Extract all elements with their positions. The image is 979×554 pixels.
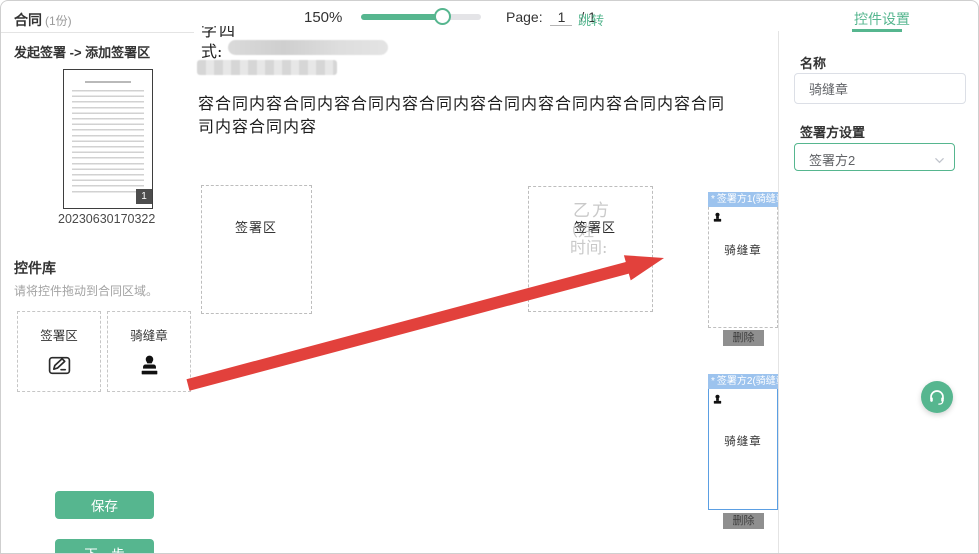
- paragraph-line: 容合同内容合同内容合同内容合同内容合同内容合同内容合同内容合同: [198, 93, 746, 116]
- signer-setting-label: 签署方设置: [800, 122, 865, 141]
- library-item-paging-seal[interactable]: 骑缝章: [107, 311, 191, 392]
- signer-title: 签署方1(骑缝章): [717, 194, 778, 205]
- stamp-icon: [137, 353, 162, 378]
- placed-sign-area-2[interactable]: 乙方 （姓 签署区 时间:: [528, 186, 653, 312]
- zoom-value: 150%: [304, 9, 342, 26]
- placed-sign-area-1[interactable]: 签署区: [201, 185, 312, 314]
- delete-button[interactable]: 删除: [723, 330, 764, 346]
- thumbnail-page-badge: 1: [136, 189, 152, 204]
- document-viewport: 字四 式: 容合同内容合同内容合同内容合同内容合同内容合同内容合同内容合同 司内…: [194, 26, 778, 554]
- breadcrumb: 发起签署 -> 添加签署区: [14, 42, 150, 61]
- thumbnail-text-lines: [85, 81, 131, 83]
- delete-button[interactable]: 删除: [723, 513, 764, 529]
- zoom-slider[interactable]: [361, 14, 481, 20]
- esign-control-settings-page: 合同(1份) 150% Page: 1 / 1 跳转 控件设置 发起签署 -> …: [0, 0, 979, 554]
- contract-title: 合同(1份): [14, 10, 72, 30]
- signer-header: *签署方1(骑缝章): [708, 192, 778, 207]
- stamp-person-icon: [712, 210, 723, 221]
- name-field-label: 名称: [800, 53, 826, 72]
- required-mark: *: [711, 194, 715, 205]
- zoom-slider-handle[interactable]: [434, 8, 451, 25]
- thumbnail-text-lines: [72, 90, 144, 196]
- contract-label: 合同: [14, 12, 42, 28]
- signature-icon: [47, 353, 72, 378]
- next-step-button[interactable]: 下一步: [55, 539, 154, 554]
- paging-seal-control-1[interactable]: *签署方1(骑缝章) 骑缝章: [708, 192, 778, 328]
- paging-seal-label: 骑缝章: [709, 433, 777, 449]
- name-input[interactable]: [794, 73, 966, 104]
- paging-seal-control-2[interactable]: *签署方2(骑缝章) 骑缝章: [708, 374, 778, 510]
- document-form-prefix: 式:: [201, 38, 222, 62]
- page-thumbnail[interactable]: 1: [63, 69, 153, 209]
- redacted-text-block: [228, 40, 388, 55]
- toolbar-divider: [1, 32, 194, 33]
- paging-seal-label: 骑缝章: [709, 242, 777, 258]
- redacted-text-block: [197, 60, 337, 75]
- signer-select[interactable]: 签署方2: [794, 143, 955, 171]
- active-tab-underline: [852, 29, 902, 32]
- page-number-input[interactable]: 1: [550, 9, 572, 26]
- library-item-label: 签署区: [18, 325, 100, 344]
- sign-area-label: 签署区: [574, 217, 616, 236]
- signer-title: 签署方2(骑缝章): [717, 376, 778, 387]
- paragraph-line: 司内容合同内容: [198, 116, 746, 139]
- control-library-title: 控件库: [14, 258, 56, 278]
- page-label: Page:: [506, 9, 543, 25]
- tab-control-settings[interactable]: 控件设置: [854, 9, 910, 29]
- party-b-time-label: 时间:: [570, 234, 607, 258]
- save-button[interactable]: 保存: [55, 491, 154, 519]
- document-paragraph: 容合同内容合同内容合同内容合同内容合同内容合同内容合同内容合同 司内容合同内容: [198, 93, 746, 138]
- stamp-person-icon: [712, 392, 723, 403]
- signer-select-value: 签署方2: [809, 150, 855, 169]
- sign-area-label: 签署区: [235, 217, 277, 236]
- required-mark: *: [711, 376, 715, 387]
- document-id: 20230630170322: [58, 212, 155, 226]
- customer-service-button[interactable]: [921, 381, 953, 413]
- control-library-hint: 请将控件拖动到合同区域。: [14, 282, 158, 299]
- panel-divider: [778, 31, 779, 553]
- library-item-sign-area[interactable]: 签署区: [17, 311, 101, 392]
- zoom-slider-fill: [361, 14, 443, 20]
- library-item-label: 骑缝章: [108, 325, 190, 344]
- contract-count: (1份): [45, 14, 72, 28]
- signer-header: *签署方2(骑缝章): [708, 374, 778, 389]
- chevron-down-icon: [934, 153, 945, 164]
